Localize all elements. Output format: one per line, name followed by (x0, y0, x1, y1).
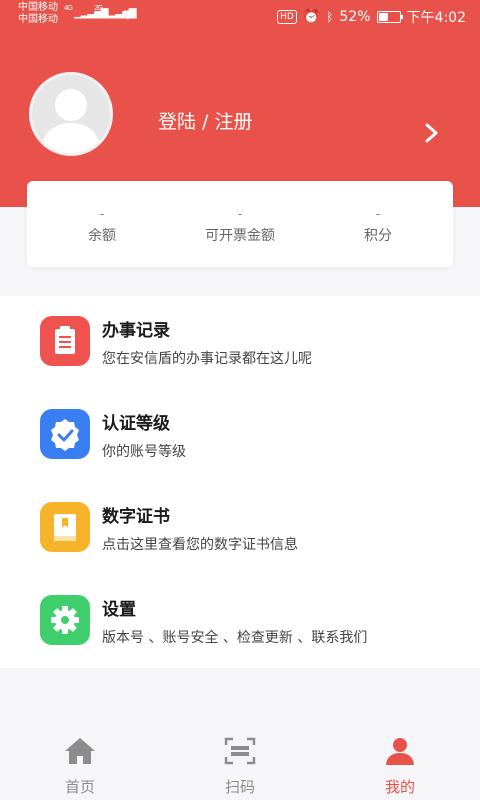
usb-icon: ψ (124, 6, 132, 20)
menu-item-title: 认证等级 (102, 414, 170, 434)
clock: 下午4:02 (406, 10, 466, 26)
avatar[interactable] (29, 72, 113, 156)
default-avatar-icon (40, 89, 102, 153)
nav-label: 首页 (64, 778, 95, 796)
alarm-icon: ⏰ (302, 9, 321, 25)
stat-value: - (237, 207, 243, 221)
status-right: HD ⏰ ᛒ 52% 下午4:02 (277, 7, 466, 27)
bottom-nav: 首页 扫码 我的 (0, 726, 480, 800)
menu-item-auth-level[interactable]: 认证等级 你的账号等级 (0, 389, 480, 482)
menu-item-subtitle: 您在安信盾的办事记录都在这儿呢 (102, 351, 312, 367)
network-type-1: 4G (64, 4, 73, 12)
battery-percent: 52% (339, 9, 371, 25)
person-icon (386, 738, 414, 765)
stat-value: - (99, 207, 105, 221)
menu-item-records[interactable]: 办事记录 您在安信盾的办事记录都在这儿呢 (0, 296, 480, 389)
menu-list: 办事记录 您在安信盾的办事记录都在这儿呢 认证等级 你的账号等级 数字证书 点击… (0, 296, 480, 668)
account-stats-card: - 余额 - 可开票金额 - 积分 (27, 181, 453, 267)
battery-icon (376, 11, 403, 23)
stat-balance[interactable]: - 余额 (32, 207, 172, 245)
menu-item-subtitle: 你的账号等级 (102, 444, 186, 460)
status-bar: 中国移动 中国移动 4G ▁▂▃▅▇ 2G ▁▂▃▅▇ ψ HD ⏰ ᛒ 52%… (0, 0, 480, 32)
network-type-2: 2G (94, 4, 103, 12)
login-register-link[interactable]: 登陆 / 注册 (158, 107, 252, 134)
menu-item-settings[interactable]: 设置 版本号 、账号安全 、检查更新 、联系我们 (0, 575, 480, 668)
chevron-right-icon[interactable] (424, 122, 440, 144)
nav-home[interactable]: 首页 (30, 736, 130, 797)
menu-item-subtitle: 版本号 、账号安全 、检查更新 、联系我们 (102, 630, 368, 646)
home-icon (65, 738, 95, 764)
stat-label: 可开票金额 (205, 228, 275, 244)
gear-icon (40, 595, 90, 645)
scan-icon (224, 737, 256, 765)
nav-label: 我的 (384, 778, 415, 796)
nav-scan[interactable]: 扫码 (190, 736, 290, 797)
carrier-2: 中国移动 (18, 14, 58, 25)
nav-mine[interactable]: 我的 (350, 736, 450, 797)
stat-invoice-amount[interactable]: - 可开票金额 (170, 207, 310, 245)
hd-icon: HD (277, 10, 297, 24)
bluetooth-icon: ᛒ (326, 10, 334, 24)
stat-value: - (375, 207, 381, 221)
carrier-1: 中国移动 (18, 2, 58, 13)
clipboard-icon (40, 316, 90, 366)
menu-item-title: 数字证书 (102, 507, 170, 527)
menu-item-title: 设置 (102, 600, 136, 620)
stat-label: 余额 (88, 228, 116, 244)
menu-item-subtitle: 点击这里查看您的数字证书信息 (102, 537, 298, 553)
menu-item-title: 办事记录 (102, 321, 170, 341)
menu-item-certificate[interactable]: 数字证书 点击这里查看您的数字证书信息 (0, 482, 480, 575)
stat-points[interactable]: - 积分 (308, 207, 448, 245)
verified-badge-icon (40, 409, 90, 459)
carrier-info: 中国移动 中国移动 (18, 2, 58, 26)
nav-label: 扫码 (224, 778, 255, 796)
certificate-book-icon (40, 502, 90, 552)
stat-label: 积分 (364, 228, 392, 244)
